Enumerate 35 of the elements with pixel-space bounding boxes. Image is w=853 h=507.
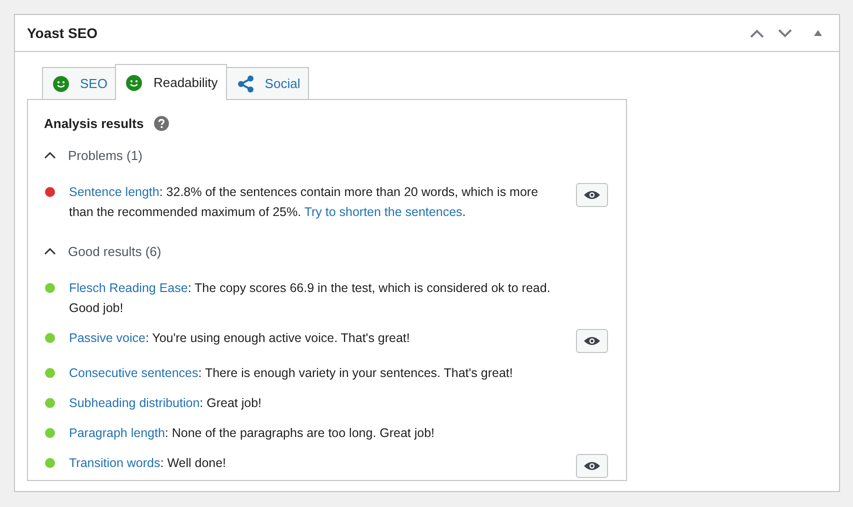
group-toggle[interactable]: Good results (6): [44, 244, 162, 259]
analysis-heading: Analysis results: [44, 116, 144, 131]
result-link[interactable]: Flesch Reading Ease: [69, 281, 188, 295]
chevron-down-icon: [778, 28, 792, 38]
result-link[interactable]: Passive voice: [69, 331, 146, 345]
result-link[interactable]: Consecutive sentences: [69, 366, 198, 380]
triangle-up-icon: [814, 30, 822, 36]
eye-icon: [583, 189, 601, 201]
caret-up-icon: [44, 248, 56, 255]
result-text: Consecutive sentences: There is enough variety in your sentences. That's great!: [69, 365, 514, 382]
share-icon: [236, 74, 254, 92]
advice-link[interactable]: Try to shorten the sentences: [304, 205, 462, 219]
result-text: Sentence length: 32.8% of the sentences contain more than 20 words, which is more than the recommended maximum of 25%. Try to shorten the sentences.: [69, 184, 540, 221]
panel-title: Yoast SEO: [27, 25, 98, 41]
group-toggle[interactable]: Problems (1): [44, 148, 142, 163]
highlight-button[interactable]: [576, 183, 608, 207]
result-text: Flesch Reading Ease: The copy scores 66.9 in the test, which is considered ok to read. Good job!: [69, 280, 552, 317]
highlight-button[interactable]: [576, 454, 608, 478]
eye-icon: [583, 460, 601, 472]
chevron-up-icon: [750, 28, 764, 38]
eye-icon: [583, 335, 601, 347]
tab[interactable]: Readability: [115, 64, 227, 100]
caret-up-icon: [44, 152, 56, 159]
result-text: Passive voice: You're using enough active voice. That's great!: [69, 330, 411, 347]
result-text: Subheading distribution: Great job!: [69, 395, 262, 412]
highlight-button[interactable]: [576, 329, 608, 353]
tab[interactable]: Social: [226, 67, 310, 99]
result-link[interactable]: Sentence length: [69, 185, 160, 199]
result-text: Paragraph length: None of the paragraphs are too long. Great job!: [69, 425, 436, 442]
tab[interactable]: SEO: [42, 67, 116, 99]
result-link[interactable]: Subheading distribution: [69, 396, 200, 410]
result-link[interactable]: Paragraph length: [69, 426, 165, 440]
help-icon[interactable]: [154, 116, 169, 131]
result-link[interactable]: Transition words: [69, 456, 160, 470]
result-text: Transition words: Well done!: [69, 455, 228, 472]
